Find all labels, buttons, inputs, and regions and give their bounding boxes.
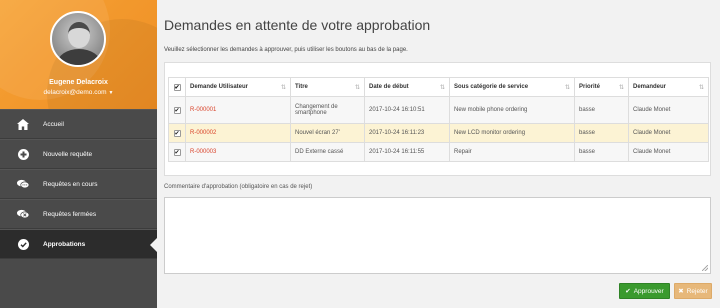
plus-circle-icon [17,148,29,160]
row-checkbox[interactable]: ✔ [173,106,181,114]
column-header-label: Priorité [579,84,601,90]
approve-button-label: Approuver [633,287,664,295]
select-all-checkbox[interactable]: ✔ [173,83,181,91]
column-header[interactable]: Priorité ⇅ [574,77,629,97]
requester-cell: Claude Monet [628,123,709,143]
column-header[interactable]: Sous catégorie de service ⇅ [449,77,575,97]
request-id-link[interactable]: R-000003 [190,149,216,155]
sidebar-item-label: Approbations [43,240,86,248]
sidebar-item-label: Nouvelle requête [43,150,93,158]
approve-button[interactable]: ✔ Approuver [619,283,670,299]
user-email: delacroix@demo.com [43,89,107,96]
subcategory-cell: New LCD monitor ordering [449,123,575,143]
sidebar-item-requetes-fermees[interactable]: Requêtes fermées [0,199,157,229]
table-row[interactable]: ✔ R-000001 Changement de smartphone 2017… [168,96,709,124]
select-all-cell: ✔ [168,77,186,97]
requester-cell: Claude Monet [628,142,709,162]
request-id-link[interactable]: R-000001 [190,107,216,113]
home-icon [17,118,29,130]
column-header-label: Date de début [369,84,409,90]
priority-cell: basse [574,96,629,124]
request-id-link[interactable]: R-000002 [190,130,216,136]
sidebar-filler [0,260,157,308]
close-icon: ✖ [678,288,684,295]
sort-alpha-icon: ⇅ [280,85,286,91]
chat-bubbles-icon [17,178,29,190]
column-header[interactable]: Titre ⇅ [290,77,365,97]
sidebar-item-label: Accueil [43,120,64,128]
date-cell: 2017-10-24 16:11:23 [364,123,450,143]
reject-button-label: Rejeter [686,287,708,295]
sidebar-nav: Accueil Nouvelle requête Requêtes en cou… [0,109,158,259]
priority-cell: basse [574,123,629,143]
column-header-label: Demandeur [633,84,667,90]
date-cell: 2017-10-24 16:11:55 [364,142,450,162]
subcategory-cell: New mobile phone ordering [449,96,575,124]
approval-comment-textarea[interactable] [164,197,711,274]
row-select-cell: ✔ [168,123,186,143]
resize-handle[interactable] [702,265,708,271]
sidebar-item-label: Requêtes fermées [43,210,97,218]
comment-label: Commentaire d'approbation (obligatoire e… [164,184,313,190]
approvals-table-card: ✔ Demande Utilisateur ⇅ Titre ⇅ Date de dé… [164,62,711,176]
column-header[interactable]: Date de début ⇅ [364,77,450,97]
avatar[interactable] [50,11,106,67]
caret-down-icon: ▼ [108,90,114,96]
main-content: Demandes en attente de votre approbation… [157,0,720,308]
avatar-shoulders [57,49,101,65]
title-cell: Changement de smartphone [290,96,365,124]
user-menu-toggle[interactable]: delacroix@demo.com ▼ [0,89,157,96]
row-select-cell: ✔ [168,96,186,124]
column-header[interactable]: Demande Utilisateur ⇅ [185,77,291,97]
avatar-head [68,22,90,48]
title-cell: DD Externe cassé [290,142,365,162]
column-header[interactable]: Demandeur ⇅ [628,77,709,97]
chat-bubbles-closed-icon [17,208,29,220]
approvals-table: ✔ Demande Utilisateur ⇅ Titre ⇅ Date de dé… [168,77,709,162]
sidebar-item-approbations[interactable]: Approbations [0,229,158,259]
table-row[interactable]: ✔ R-000003 DD Externe cassé 2017-10-24 1… [168,142,709,162]
subcategory-cell: Repair [449,142,575,162]
user-name: Eugene Delacroix [49,79,108,86]
row-select-cell: ✔ [168,142,186,162]
table-header-row: ✔ Demande Utilisateur ⇅ Titre ⇅ Date de dé… [168,77,709,97]
request-id-cell: R-000001 [185,96,291,124]
column-header-label: Titre [295,84,308,90]
priority-cell: basse [574,142,629,162]
request-id-cell: R-000002 [185,123,291,143]
column-header-label: Demande Utilisateur [190,84,249,90]
reject-button[interactable]: ✖ Rejeter [674,283,712,299]
title-cell: Nouvel écran 27' [290,123,365,143]
profile-header: Eugene Delacroix delacroix@demo.com ▼ [0,0,157,109]
check-icon: ✔ [625,288,631,295]
sidebar-item-nouvelle-requete[interactable]: Nouvelle requête [0,139,157,169]
table-row[interactable]: ✔ R-000002 Nouvel écran 27' 2017-10-24 1… [168,123,709,143]
row-checkbox[interactable]: ✔ [173,148,181,156]
sort-icon: ⇅ [439,85,445,91]
requester-cell: Claude Monet [628,96,709,124]
request-id-cell: R-000003 [185,142,291,162]
column-header-label: Sous catégorie de service [454,84,529,90]
date-cell: 2017-10-24 16:10:51 [364,96,450,124]
sort-icon: ⇅ [564,85,570,91]
page-title: Demandes en attente de votre approbation [164,17,431,33]
sidebar: Eugene Delacroix delacroix@demo.com ▼ Acc… [0,0,158,308]
sidebar-item-requetes-en-cours[interactable]: Requêtes en cours [0,169,157,199]
sort-icon: ⇅ [698,85,704,91]
sidebar-item-accueil[interactable]: Accueil [0,109,157,139]
sidebar-item-label: Requêtes en cours [43,180,98,188]
check-circle-icon [17,238,29,250]
instructions-text: Veuillez sélectionner les demandes à app… [164,47,408,53]
sort-icon: ⇅ [354,85,360,91]
row-checkbox[interactable]: ✔ [173,129,181,137]
sort-icon: ⇅ [618,85,624,91]
